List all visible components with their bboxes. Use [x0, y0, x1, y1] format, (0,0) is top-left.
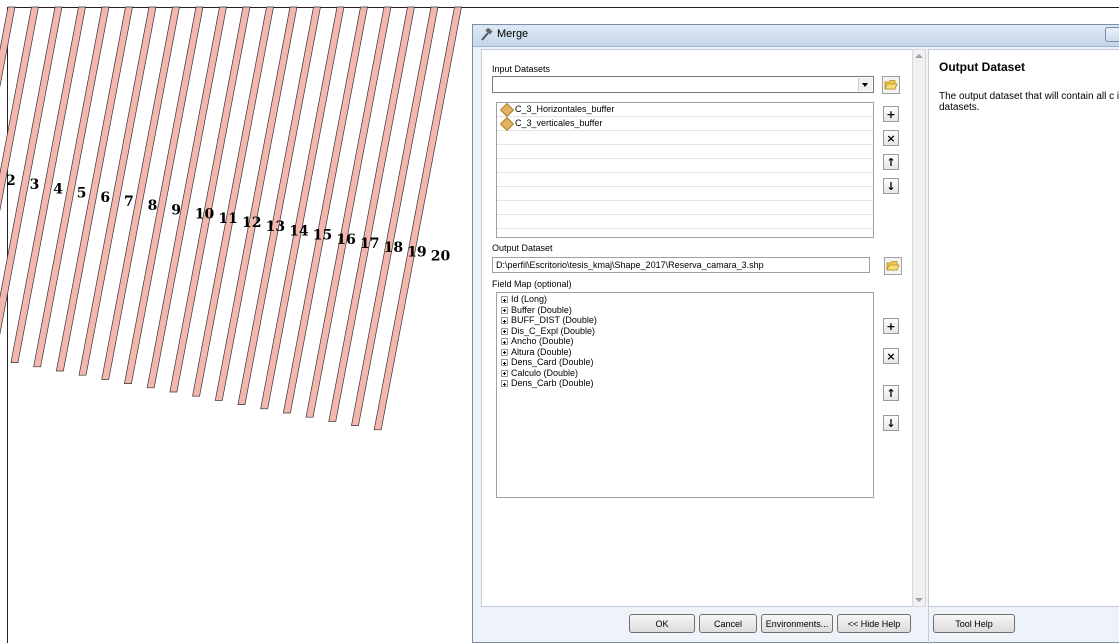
- strip-number-label: 11: [218, 211, 237, 227]
- feature-layer-icon: [499, 102, 515, 118]
- strip-number-label: 18: [384, 240, 403, 256]
- list-item[interactable]: C_3_verticales_buffer: [497, 116, 873, 132]
- tree-item-label: Dis_C_Expl (Double): [511, 325, 596, 336]
- strip-number-label: 4: [53, 181, 63, 197]
- list-item-empty[interactable]: [497, 215, 873, 229]
- strip-number-label: 10: [195, 207, 215, 223]
- strip-number-label: 17: [360, 236, 379, 252]
- feature-layer-icon: [499, 116, 515, 132]
- expand-icon[interactable]: [501, 369, 508, 377]
- list-item[interactable]: C_3_Horizontales_buffer: [497, 102, 873, 118]
- help-pane: Output Dataset The output dataset that w…: [928, 49, 1119, 607]
- tree-item-label: Ancho (Double): [511, 336, 574, 346]
- ok-button[interactable]: OK: [629, 614, 695, 633]
- hide-help-button[interactable]: << Hide Help: [837, 614, 911, 633]
- list-item-label: C_3_Horizontales_buffer: [515, 104, 615, 114]
- expand-icon[interactable]: [501, 348, 508, 356]
- plus-icon: +: [886, 319, 896, 333]
- plus-icon: +: [886, 107, 896, 121]
- tree-item-label: Id (Long): [511, 294, 548, 304]
- folder-open-icon[interactable]: [882, 76, 900, 94]
- list-item-empty[interactable]: [497, 187, 873, 201]
- expand-icon[interactable]: [501, 327, 508, 335]
- output-dataset-field[interactable]: D:\perfil\Escritorio\tesis_kmaj\Shape_20…: [492, 257, 870, 273]
- tree-item-label: Buffer (Double): [511, 304, 572, 315]
- close-icon: ×: [886, 349, 896, 363]
- remove-field-button[interactable]: ×: [883, 348, 899, 364]
- buffer-strip: [373, 6, 462, 431]
- expand-icon[interactable]: [501, 359, 508, 366]
- strip-number-label: 19: [407, 244, 426, 260]
- list-item-empty[interactable]: [497, 131, 873, 145]
- buffer-strip: [328, 6, 415, 422]
- input-datasets-list[interactable]: C_3_Horizontales_buffer C_3_verticales_b…: [496, 102, 874, 238]
- expand-icon[interactable]: [501, 317, 508, 324]
- input-datasets-combo[interactable]: [492, 76, 874, 93]
- strip-number-label: 7: [124, 194, 134, 210]
- strip-number-label: 16: [336, 232, 355, 248]
- arrow-down-icon: ↓: [886, 179, 896, 193]
- arrow-down-icon: ↓: [886, 416, 896, 430]
- parameters-scrollbar[interactable]: [912, 49, 926, 607]
- list-item-empty[interactable]: [497, 201, 873, 215]
- scroll-up-icon[interactable]: [915, 54, 923, 58]
- list-item-empty[interactable]: [497, 145, 873, 159]
- list-item-label: C_3_verticales_buffer: [515, 118, 603, 128]
- expand-icon[interactable]: [501, 380, 508, 387]
- hammer-icon: [481, 28, 493, 41]
- expand-icon[interactable]: [501, 306, 508, 314]
- close-icon: ×: [886, 131, 896, 145]
- tool-help-button[interactable]: Tool Help: [933, 614, 1015, 633]
- button-separator: [928, 607, 929, 644]
- move-up-button[interactable]: ↑: [883, 154, 899, 170]
- list-item-empty[interactable]: [497, 159, 873, 173]
- merge-dialog: Merge Input Datasets C_3_Horizontales_bu…: [472, 24, 1119, 644]
- strip-number-label: 12: [242, 215, 261, 231]
- add-row-button[interactable]: +: [883, 106, 899, 122]
- parameters-pane: Input Datasets C_3_Horizontales_buffer C…: [481, 49, 913, 607]
- chevron-down-icon[interactable]: [858, 78, 872, 91]
- move-down-button[interactable]: ↓: [883, 178, 899, 194]
- scroll-down-icon[interactable]: [915, 598, 923, 602]
- tree-item-label: Calculo (Double): [511, 367, 579, 378]
- output-dataset-label: Output Dataset: [492, 243, 553, 253]
- tree-item-label: Dens_Card (Double): [511, 357, 594, 367]
- tree-item-label: BUFF_DIST (Double): [511, 315, 597, 325]
- arrow-up-icon: ↑: [886, 155, 896, 169]
- expand-icon[interactable]: [501, 296, 508, 303]
- strip-number-label: 2: [6, 173, 16, 189]
- input-datasets-label: Input Datasets: [492, 64, 551, 74]
- strip-map: 2 3 4 5 6 7 8 9 10 11 12 13 14 15 16 17 18 19 20: [0, 6, 462, 431]
- list-item-empty[interactable]: [497, 173, 873, 187]
- strip-number-label: 5: [77, 186, 87, 202]
- field-map-label: Field Map (optional): [492, 279, 572, 289]
- minimize-button[interactable]: [1105, 27, 1119, 42]
- strip-number-label: 6: [100, 190, 110, 206]
- help-text: The output dataset that will contain all…: [939, 91, 1119, 113]
- help-title: Output Dataset: [939, 60, 1026, 74]
- strip-number-label: 20: [431, 249, 451, 265]
- environments-button[interactable]: Environments...: [761, 614, 833, 633]
- arrow-up-icon: ↑: [886, 386, 896, 400]
- field-down-button[interactable]: ↓: [883, 415, 899, 431]
- strip-number-label: 8: [148, 198, 158, 214]
- dialog-title: Merge: [497, 28, 529, 40]
- strip-number-label: 13: [266, 219, 285, 235]
- tree-item-label: Altura (Double): [511, 346, 572, 357]
- cancel-button[interactable]: Cancel: [699, 614, 757, 633]
- remove-row-button[interactable]: ×: [883, 130, 899, 146]
- tree-item-label: Dens_Carb (Double): [511, 378, 594, 388]
- expand-icon[interactable]: [501, 338, 508, 345]
- field-up-button[interactable]: ↑: [883, 385, 899, 401]
- tree-item[interactable]: Dens_Carb (Double): [497, 378, 873, 390]
- add-field-button[interactable]: +: [883, 318, 899, 334]
- strip-number-label: 3: [30, 177, 40, 193]
- strip-number-label: 15: [313, 228, 332, 244]
- title-bar[interactable]: Merge: [473, 25, 1119, 47]
- field-map-tree[interactable]: Id (Long) Buffer (Double) BUFF_DIST (Dou…: [496, 292, 874, 498]
- buffer-strip: [351, 6, 439, 426]
- folder-open-icon[interactable]: [884, 257, 902, 275]
- strip-number-label: 9: [171, 202, 181, 218]
- strip-number-label: 14: [289, 223, 309, 239]
